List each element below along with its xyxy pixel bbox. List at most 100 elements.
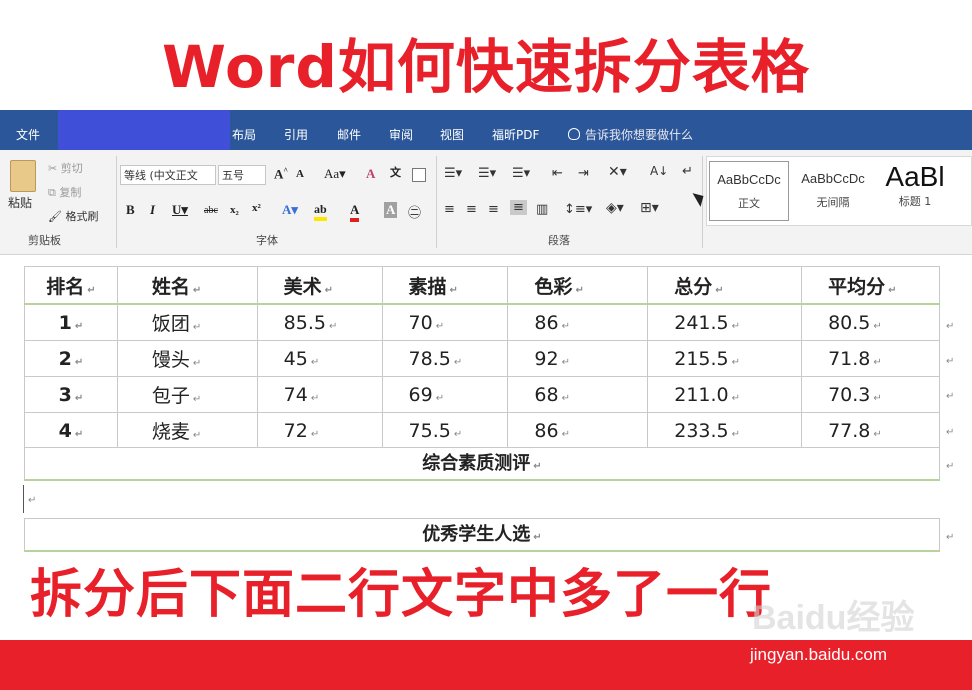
text-effects-icon[interactable]: A▾ [282,202,298,218]
shrink-font-icon[interactable]: A [296,168,304,180]
table-cell[interactable]: 215.5 ↵ [647,340,803,377]
align-right-icon[interactable]: ≡ [488,202,499,217]
change-case-icon[interactable]: Aa▾ [324,166,346,182]
grow-font-icon[interactable]: A^ [274,166,288,182]
superscript-icon[interactable]: x² [252,202,261,214]
enclose-char-icon[interactable]: ㊁ [408,202,421,221]
italic-icon[interactable]: I [150,202,155,218]
show-marks-icon[interactable]: ↵ [682,164,693,179]
table-cell[interactable]: 烧麦 ↵ [116,412,258,449]
table-cell[interactable]: 80.5 ↵ [801,303,940,341]
copy-button[interactable]: ⧉ 复制 [48,184,81,200]
style-heading-1[interactable]: AaBl 标题 1 [875,161,955,221]
format-painter-button[interactable]: 🖌 格式刷 [48,208,98,224]
table-cell[interactable]: 1 ↵ [24,303,118,341]
table-cell[interactable]: 70.3 ↵ [801,376,940,413]
tab-foxit-pdf[interactable]: 福昕PDF [492,110,539,150]
cut-label: 剪切 [60,162,83,175]
table-cell[interactable]: 77.8 ↵ [801,412,940,449]
align-left-icon[interactable]: ≡ [444,202,455,217]
table-row: 4 ↵ 烧麦 ↵ 72 ↵ 75.5 ↵ 86 ↵ 233.5 ↵ 77.8 ↵ [24,412,940,449]
bold-icon[interactable]: B [126,202,135,218]
table-cell[interactable]: 86 ↵ [507,303,649,341]
table-cell[interactable]: 74 ↵ [256,376,383,413]
table-cell[interactable]: 70 ↵ [381,303,509,341]
style-no-spacing[interactable]: AaBbCcDc 无间隔 [793,161,873,221]
font-color-icon[interactable]: A [350,202,360,222]
strikethrough-icon[interactable]: abc [204,205,218,216]
header-cell[interactable]: 美术 ↵ [256,266,383,305]
table-cell[interactable]: 馒头 ↵ [116,340,258,377]
char-shading-icon[interactable]: A [384,202,398,218]
tab-layout[interactable]: 布局 [232,110,256,150]
tell-me-box[interactable]: 告诉我你想要做什么 [568,110,693,150]
style-name: 正文 [738,197,760,210]
cell-mark: ↵ [87,284,96,296]
style-sample: AaBbCcDc [717,172,781,187]
table-cell[interactable]: 78.5 ↵ [381,340,509,377]
header-cell[interactable]: 排名 ↵ [24,266,118,305]
cell-mark: ↵ [873,428,882,440]
style-normal[interactable]: AaBbCcDc 正文 [709,161,789,221]
table-cell[interactable]: 71.8 ↵ [801,340,940,377]
borders-icon[interactable]: ⊞▾ [640,200,659,216]
increase-indent-icon[interactable]: ⇥ [578,166,589,181]
table-cell[interactable]: 233.5 ↵ [647,412,803,449]
style-name: 无间隔 [816,196,850,209]
header-cell[interactable]: 平均分 ↵ [801,266,940,305]
header-cell[interactable]: 姓名 ↵ [116,266,258,305]
baidu-watermark-logo: Baidu经验 [752,599,915,637]
underline-icon[interactable]: U▾ [172,202,188,218]
paste-icon[interactable] [10,160,36,192]
paste-button[interactable]: 粘贴 [8,194,32,211]
phonetic-guide-icon[interactable]: 文 [390,164,401,180]
bullets-icon[interactable]: ☰▾ [444,166,462,181]
table-cell[interactable]: 75.5 ↵ [381,412,509,449]
table-cell[interactable]: 包子 ↵ [116,376,258,413]
table-cell[interactable]: 85.5 ↵ [256,303,383,341]
empty-paragraph-mark[interactable]: ↵ [28,495,36,506]
tab-review[interactable]: 审阅 [389,110,413,150]
font-size-select[interactable]: 五号 [218,165,266,185]
table-cell[interactable]: 68 ↵ [507,376,649,413]
table-cell[interactable]: 86 ↵ [507,412,649,449]
table-cell[interactable]: 饭团 ↵ [116,303,258,341]
table-cell[interactable]: 3 ↵ [24,376,118,413]
tab-view[interactable]: 视图 [440,110,464,150]
table-cell[interactable]: 45 ↵ [256,340,383,377]
shading-icon[interactable]: ◈▾ [606,200,624,216]
merged-row-candidates[interactable]: 优秀学生人选 ↵ [24,518,940,552]
table-cell[interactable]: 241.5 ↵ [647,303,803,341]
table-cell[interactable]: 2 ↵ [24,340,118,377]
numbering-icon[interactable]: ☰▾ [478,166,496,181]
cell-text: 75.5 [408,419,451,442]
table-cell[interactable]: 72 ↵ [256,412,383,449]
merged-row-evaluation[interactable]: 综合素质测评 ↵ [24,447,940,481]
highlight-icon[interactable]: ab [314,202,327,221]
sort-icon[interactable]: A↓ [650,164,668,178]
decrease-indent-icon[interactable]: ⇤ [552,166,563,181]
line-spacing-icon[interactable]: ↕≡▾ [564,202,592,217]
tab-references[interactable]: 引用 [284,110,308,150]
chinese-layout-icon[interactable]: ✕▾ [608,164,627,180]
char-border-icon[interactable] [412,168,426,182]
distributed-icon[interactable]: ▥ [536,202,548,217]
cut-button[interactable]: ✂ 剪切 [48,160,83,176]
justify-icon[interactable]: ≡ [510,200,527,215]
align-center-icon[interactable]: ≡ [466,202,477,217]
clear-format-icon[interactable]: A [366,166,375,182]
tab-file[interactable]: 文件 [16,110,40,150]
cell-mark: ↵ [435,320,445,332]
table-cell[interactable]: 211.0 ↵ [647,376,803,413]
font-name-select[interactable]: 等线 (中文正文 [120,165,216,185]
multilevel-list-icon[interactable]: ☰▾ [512,166,530,181]
table-cell[interactable]: 4 ↵ [24,412,118,449]
subscript-icon[interactable]: x₂ [230,204,239,216]
header-cell[interactable]: 色彩 ↵ [507,266,649,305]
tab-mailings[interactable]: 邮件 [337,110,361,150]
header-cell[interactable]: 总分 ↵ [647,266,803,305]
table-cell[interactable]: 92 ↵ [507,340,649,377]
row-end-mark: ↵ [946,427,955,438]
header-cell[interactable]: 素描 ↵ [381,266,509,305]
table-cell[interactable]: 69 ↵ [381,376,509,413]
